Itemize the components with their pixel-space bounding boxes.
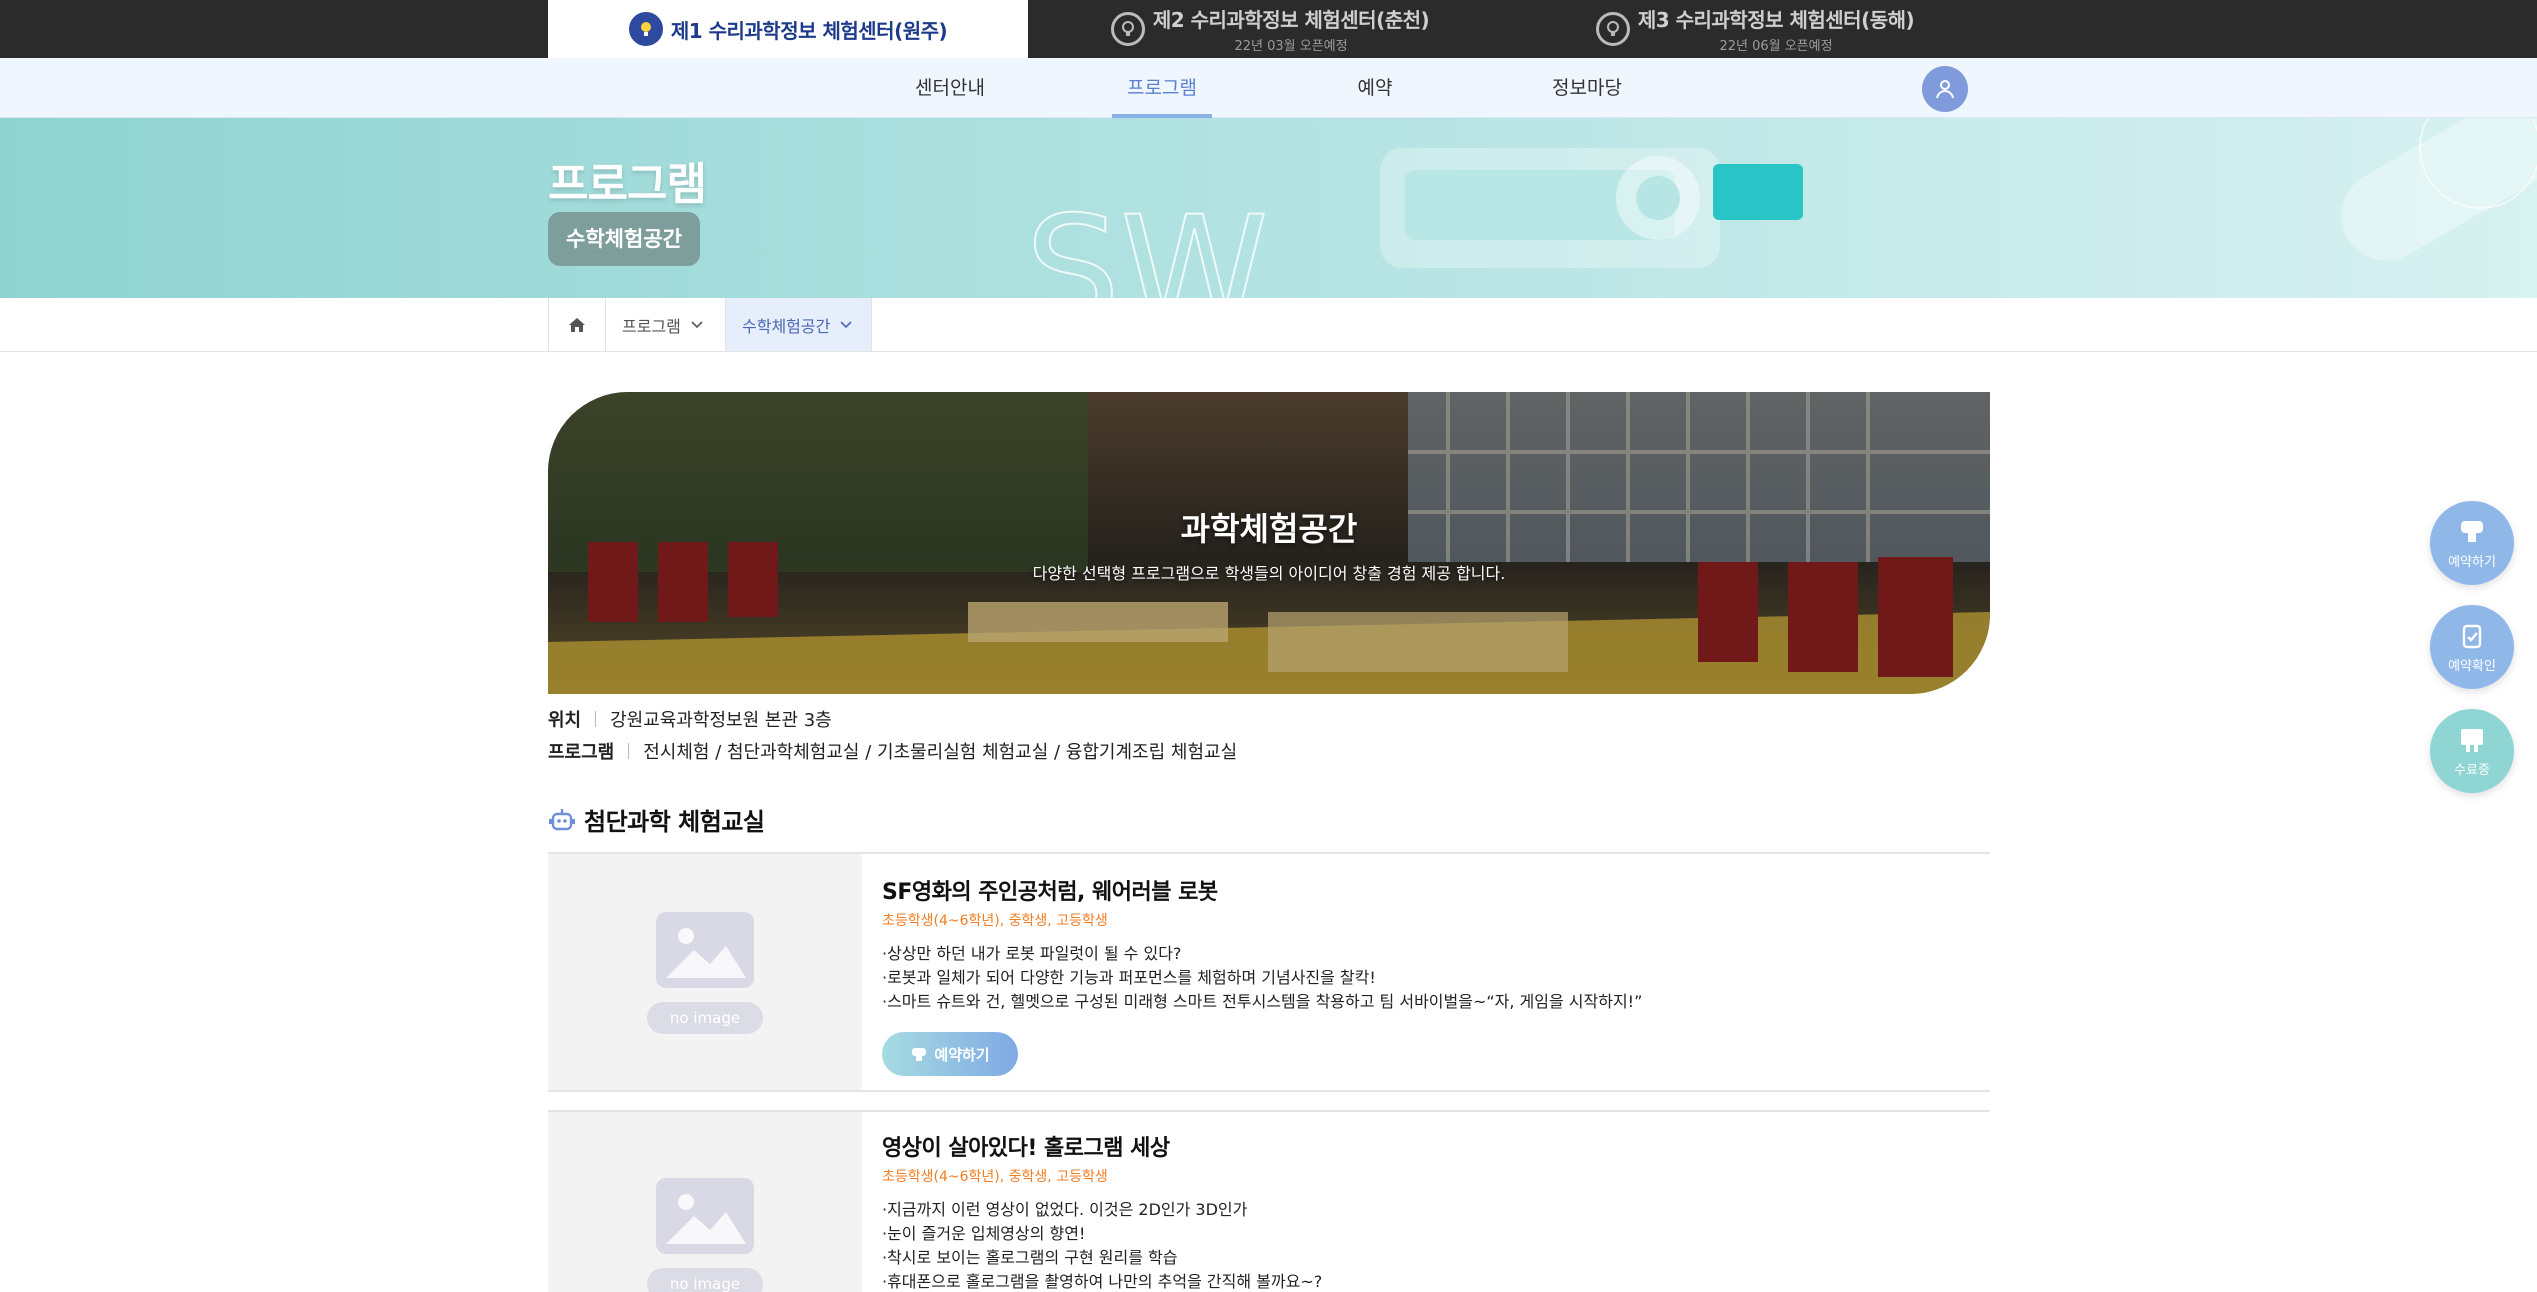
nav-item-reservation[interactable]: 예약 xyxy=(1325,58,1425,118)
main-nav: 센터안내 프로그램 예약 정보마당 xyxy=(0,58,2537,118)
reserve-icon xyxy=(2461,520,2483,542)
nav-item-info-board[interactable]: 정보마당 xyxy=(1537,58,1637,118)
svg-text:SW: SW xyxy=(1025,185,1269,298)
section-header: 첨단과학 체험교실 xyxy=(548,802,765,837)
program-card: no image SF영화의 주인공처럼, 웨어러블 로봇 초등학생(4~6학년… xyxy=(548,852,1990,1092)
breadcrumb-label: 프로그램 xyxy=(622,316,681,336)
program-label: 프로그램 xyxy=(548,742,615,763)
center-tab-title: 제1 수리과학정보 체험센터(원주) xyxy=(670,18,948,43)
program-target: 초등학생(4~6학년), 중학생, 고등학생 xyxy=(882,1169,1108,1185)
center-tab-donghae[interactable]: 제3 수리과학정보 체험센터(동해) 22년 06월 오픈예정 xyxy=(1595,0,1915,58)
user-button[interactable] xyxy=(1922,66,1968,112)
breadcrumb-label: 수학체험공간 xyxy=(742,316,831,336)
image-placeholder-icon xyxy=(656,1178,754,1254)
image-placeholder-icon xyxy=(656,912,754,988)
breadcrumb-home[interactable] xyxy=(548,298,606,351)
center-logo-icon xyxy=(1595,12,1630,46)
center-logo-icon xyxy=(1110,12,1145,46)
home-icon xyxy=(569,317,585,332)
center-tab-chuncheon[interactable]: 제2 수리과학정보 체험센터(춘천) 22년 03월 오픈예정 xyxy=(1110,0,1430,58)
robot-icon xyxy=(549,808,575,830)
program-card: no image 영상이 살아있다! 홀로그램 세상 초등학생(4~6학년), … xyxy=(548,1110,1990,1292)
center-tab-subtitle: 22년 06월 오픈예정 xyxy=(1719,39,1833,54)
reserve-button[interactable]: 예약하기 xyxy=(882,1032,1018,1076)
program-row: 프로그램 전시체험 / 첨단과학체험교실 / 기초물리실험 체험교실 / 융합기… xyxy=(548,738,1237,764)
location-value: 강원교육과학정보원 본관 3층 xyxy=(610,710,832,731)
center-tab-subtitle: 22년 03월 오픈예정 xyxy=(1234,39,1348,54)
location-row: 위치 강원교육과학정보원 본관 3층 xyxy=(548,706,832,732)
quick-label: 예약하기 xyxy=(2448,554,2496,570)
quick-reserve-button[interactable]: 예약하기 xyxy=(2430,501,2514,585)
user-icon xyxy=(1936,80,1954,99)
center-tab-bar: 제1 수리과학정보 체험센터(원주) 제2 수리과학정보 체험센터(춘천) 22… xyxy=(0,0,2537,58)
breadcrumb-current[interactable]: 수학체험공간 xyxy=(726,298,872,351)
space-photo: 과학체험공간 다양한 선택형 프로그램으로 학생들의 아이디어 창출 경험 제공… xyxy=(548,392,1990,694)
space-title: 과학체험공간 xyxy=(1180,510,1358,548)
breadcrumb: 프로그램 수학체험공간 xyxy=(0,298,2537,352)
certificate-icon xyxy=(2461,728,2483,752)
nav-item-center-info[interactable]: 센터안내 xyxy=(900,58,1000,118)
quick-check-button[interactable]: 예약확인 xyxy=(2430,605,2514,689)
program-title: SF영화의 주인공처럼, 웨어러블 로봇 xyxy=(882,880,1218,905)
program-desc-line: ·상상만 하던 내가 로봇 파일럿이 될 수 있다? xyxy=(882,944,1182,963)
program-desc-line: ·지금까지 이런 영상이 없었다. 이것은 2D인가 3D인가 xyxy=(882,1200,1248,1219)
program-desc-line: ·착시로 보이는 홀로그램의 구현 원리를 학습 xyxy=(882,1248,1178,1267)
space-description: 다양한 선택형 프로그램으로 학생들의 아이디어 창출 경험 제공 합니다. xyxy=(1032,564,1506,583)
reserve-icon xyxy=(912,1048,927,1061)
quick-label: 예약확인 xyxy=(2448,658,2496,674)
center-tab-title: 제3 수리과학정보 체험센터(동해) xyxy=(1637,8,1915,32)
hero-banner: SW 프로그램 수학체험공간 xyxy=(0,118,2537,298)
divider xyxy=(595,711,597,727)
program-thumbnail: no image xyxy=(548,854,862,1090)
program-target: 초등학생(4~6학년), 중학생, 고등학생 xyxy=(882,913,1108,929)
program-value: 전시체험 / 첨단과학체험교실 / 기초물리실험 체험교실 / 융합기계조립 체… xyxy=(643,742,1238,763)
center-tab-wonju[interactable]: 제1 수리과학정보 체험센터(원주) xyxy=(548,0,1028,58)
nav-item-program[interactable]: 프로그램 xyxy=(1112,58,1212,118)
location-label: 위치 xyxy=(548,710,582,731)
center-tab-title: 제2 수리과학정보 체험센터(춘천) xyxy=(1152,8,1430,32)
chevron-down-icon xyxy=(840,320,852,328)
program-title: 영상이 살아있다! 홀로그램 세상 xyxy=(882,1136,1170,1161)
section-title: 첨단과학 체험교실 xyxy=(584,808,765,836)
clipboard-check-icon xyxy=(2462,624,2482,648)
program-desc-line: ·스마트 슈트와 건, 헬멧으로 구성된 미래형 스마트 전투시스템을 착용하고… xyxy=(882,992,1643,1011)
no-image-label: no image xyxy=(647,1268,763,1292)
chevron-down-icon xyxy=(691,320,703,328)
quick-label: 수료증 xyxy=(2454,762,2490,778)
program-desc-line: ·휴대폰으로 홀로그램을 촬영하여 나만의 추억을 간직해 볼까요~? xyxy=(882,1272,1323,1291)
divider xyxy=(628,743,630,759)
center-logo-icon xyxy=(628,12,663,46)
program-desc-line: ·로봇과 일체가 되어 다양한 기능과 퍼포먼스를 체험하며 기념사진을 찰칵! xyxy=(882,968,1376,987)
program-thumbnail: no image xyxy=(548,1112,862,1292)
reserve-button-label: 예약하기 xyxy=(934,1045,990,1064)
hero-decoration: SW xyxy=(1024,118,2537,298)
page-title: 프로그램 xyxy=(548,159,707,210)
category-badge: 수학체험공간 xyxy=(548,212,700,266)
program-desc-line: ·눈이 즐거운 입체영상의 향연! xyxy=(882,1224,1086,1243)
breadcrumb-program[interactable]: 프로그램 xyxy=(606,298,726,351)
no-image-label: no image xyxy=(647,1002,763,1034)
quick-certificate-button[interactable]: 수료증 xyxy=(2430,709,2514,793)
